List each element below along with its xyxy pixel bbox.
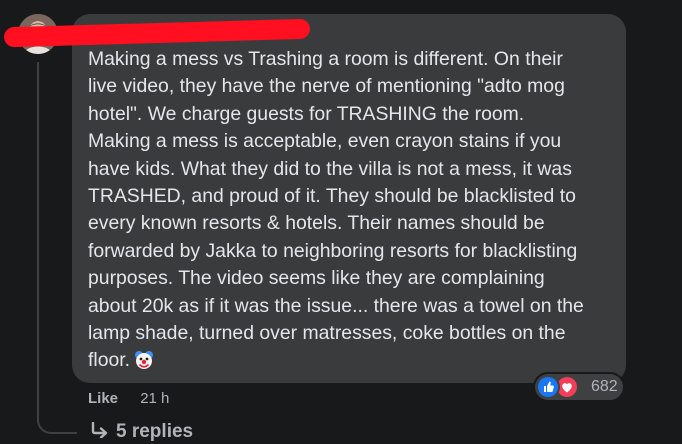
comment-line: TRASHED, and proud of it. They should be…: [88, 185, 576, 208]
comment-line: hotel". We charge guests for TRASHING th…: [88, 102, 525, 125]
comment-line: Making a mess vs Trashing a room is diff…: [88, 48, 563, 70]
like-button[interactable]: Like: [88, 390, 118, 407]
reactions-summary[interactable]: 682: [535, 374, 623, 400]
comment-line: every known resorts & hotels. Their name…: [88, 212, 545, 235]
comment-timestamp[interactable]: 21 h: [140, 390, 169, 407]
love-icon: [557, 377, 577, 397]
like-icon: [538, 377, 558, 397]
comment-line: lamp shade, turned over matresses, coke …: [88, 322, 566, 345]
thread-connector: [37, 404, 77, 434]
replies-label[interactable]: 5 replies: [116, 421, 193, 442]
comment-actions: Like 21 h: [88, 389, 169, 409]
comment-line: purposes. The video seems like they are …: [88, 267, 545, 290]
comment-line: Making a mess is acceptable, even crayon…: [88, 130, 562, 153]
clown-face-icon: [134, 350, 154, 370]
comment-line: forwarded by Jakka to neighboring resort…: [88, 239, 578, 262]
reaction-count: 682: [591, 378, 618, 395]
comment-line: have kids. What they did to the villa is…: [88, 157, 572, 180]
comment-line: floor.: [88, 349, 131, 372]
reply-arrow-icon: [90, 421, 110, 439]
comment-line: about 20k as if it was the issue... ther…: [88, 294, 584, 317]
comment-text: Making a mess vs Trashing a room is diff…: [88, 46, 616, 375]
thread-line: [37, 62, 39, 422]
comment-line: live video, they have the nerve of menti…: [88, 75, 565, 98]
